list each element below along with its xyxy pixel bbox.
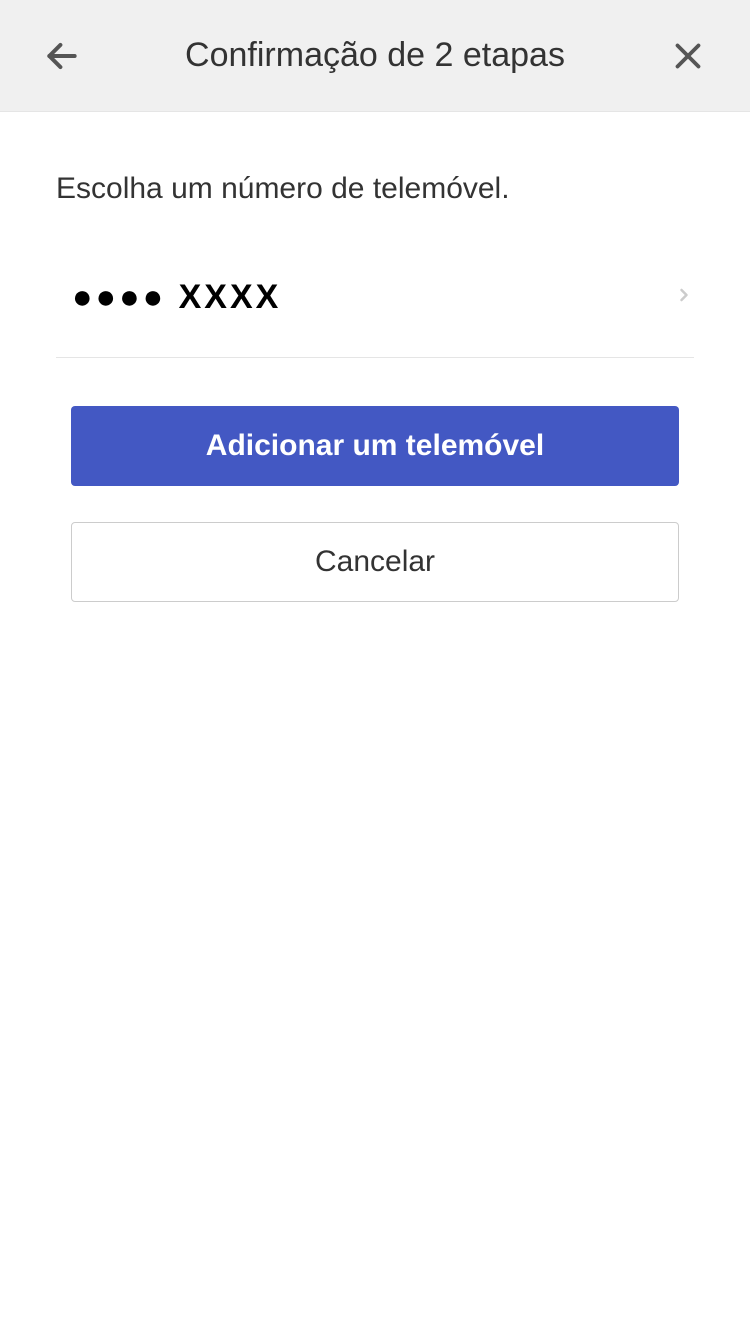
phone-masked-value: ●●●● XXXX	[72, 278, 281, 317]
instruction-text: Escolha um número de telemóvel.	[56, 172, 694, 206]
back-button[interactable]	[40, 34, 84, 78]
chevron-right-icon	[674, 285, 694, 310]
close-icon	[670, 38, 706, 74]
add-phone-button[interactable]: Adicionar um telemóvel	[71, 406, 679, 486]
arrow-left-icon	[43, 37, 81, 75]
header: Confirmação de 2 etapas	[0, 0, 750, 112]
content: Escolha um número de telemóvel. ●●●● XXX…	[0, 112, 750, 602]
phone-option-row[interactable]: ●●●● XXXX	[56, 254, 694, 358]
cancel-button[interactable]: Cancelar	[71, 522, 679, 602]
close-button[interactable]	[666, 34, 710, 78]
page-title: Confirmação de 2 etapas	[84, 36, 666, 75]
